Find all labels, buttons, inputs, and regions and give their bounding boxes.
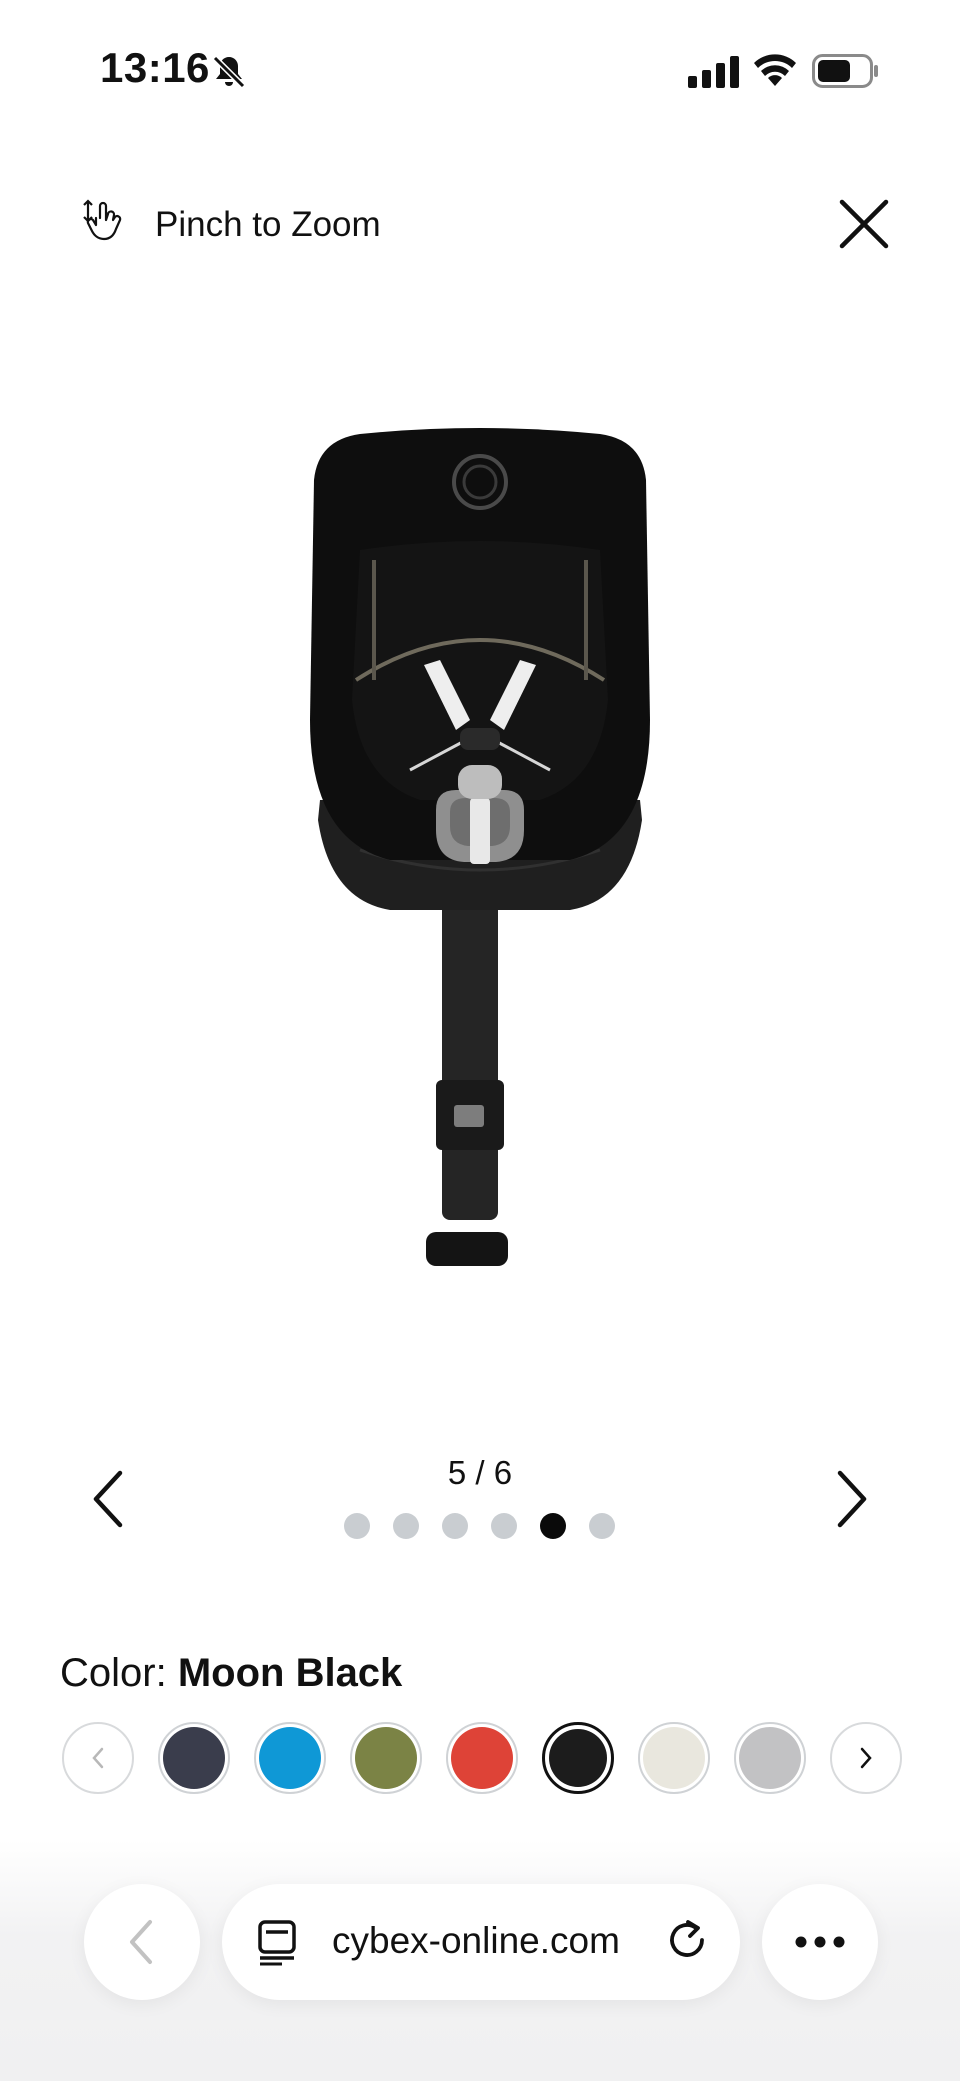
swatch-fill [355,1727,417,1789]
swatch-next-button[interactable] [830,1722,902,1794]
wifi-icon [754,54,796,86]
carousel-dot[interactable] [344,1513,370,1539]
swatch-fill [163,1727,225,1789]
carousel-dot[interactable] [589,1513,615,1539]
color-swatch[interactable] [350,1722,422,1794]
battery-icon [812,54,878,88]
previous-image-button[interactable] [80,1465,136,1533]
swatch-fill [259,1727,321,1789]
browser-back-button[interactable] [84,1884,200,2000]
color-swatch[interactable] [158,1722,230,1794]
color-swatch-selected[interactable] [542,1722,614,1794]
color-swatch[interactable] [734,1722,806,1794]
url-text[interactable]: cybex-online.com [332,1920,620,1962]
reload-icon[interactable] [664,1918,712,1966]
close-icon[interactable] [832,192,896,256]
swatch-fill [643,1727,705,1789]
swatch-fill [451,1727,513,1789]
more-button[interactable] [762,1884,878,2000]
image-counter: 5 / 6 [447,1454,513,1491]
pinch-to-zoom-label: Pinch to Zoom [155,205,381,244]
chevron-left-icon [92,1747,104,1769]
color-swatch[interactable] [446,1722,518,1794]
color-swatch-row [62,1722,902,1794]
reader-icon[interactable] [256,1918,300,1966]
carousel-dot-active[interactable] [540,1513,566,1539]
color-label-prefix: Color: [60,1651,167,1695]
chevron-right-icon [860,1747,872,1769]
swatch-fill [739,1727,801,1789]
address-bar[interactable]: cybex-online.com [222,1884,740,2000]
bell-off-icon [212,55,246,89]
carousel-dot[interactable] [393,1513,419,1539]
color-swatch[interactable] [254,1722,326,1794]
next-image-button[interactable] [824,1465,880,1533]
carousel-dots [344,1513,615,1539]
pinch-icon [83,199,122,241]
status-time: 13:16 [100,44,210,91]
selected-color-name: Moon Black [177,1651,403,1695]
swatch-prev-button[interactable] [62,1722,134,1794]
color-label: Color: Moon Black [60,1651,402,1696]
carousel-dot[interactable] [442,1513,468,1539]
more-icon [795,1936,845,1948]
product-image[interactable] [300,420,660,1280]
carousel-dot[interactable] [491,1513,517,1539]
signal-icon [688,56,739,88]
color-swatch[interactable] [638,1722,710,1794]
back-icon [130,1920,152,1964]
swatch-fill [549,1729,607,1787]
